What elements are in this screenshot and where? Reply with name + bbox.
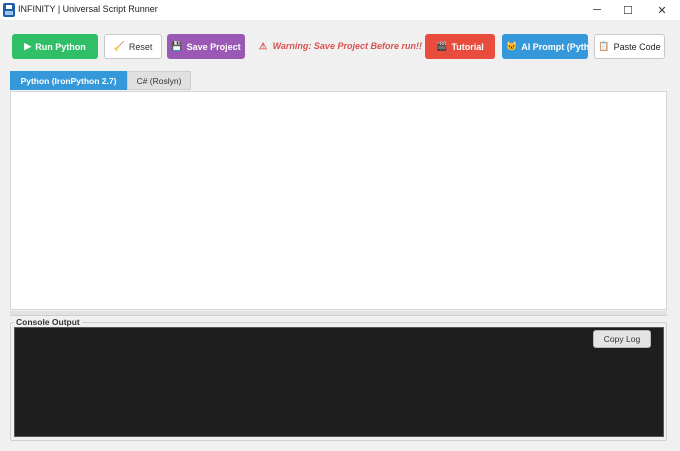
warning-icon: ⚠: [259, 41, 268, 51]
code-editor[interactable]: [10, 91, 667, 310]
maximize-button[interactable]: ☐: [611, 0, 645, 20]
paste-code-label: Paste Code: [613, 41, 661, 52]
title-bar: INFINITY | Universal Script Runner ─ ☐ ✕: [0, 0, 680, 20]
play-icon: ▶: [24, 41, 32, 51]
save-project-label: Save Project: [186, 41, 241, 52]
minimize-icon: ─: [593, 4, 601, 16]
paste-code-button[interactable]: 📋 Paste Code: [594, 34, 665, 59]
console-output-label: Console Output: [14, 317, 82, 327]
maximize-icon: ☐: [623, 4, 633, 17]
tutorial-label: Tutorial: [451, 41, 484, 52]
cat-icon: 🐱: [506, 41, 518, 51]
tab-csharp-label: C# (Roslyn): [136, 75, 182, 86]
warning-text: Warning: Save Project Before run!!: [272, 41, 422, 51]
broom-icon: 🧹: [113, 41, 125, 51]
run-python-label: Run Python: [35, 41, 86, 52]
close-button[interactable]: ✕: [645, 0, 679, 20]
reset-label: Reset: [128, 41, 153, 52]
run-python-button[interactable]: ▶ Run Python: [12, 34, 98, 59]
copy-log-button[interactable]: Copy Log: [593, 330, 651, 348]
window-title: INFINITY | Universal Script Runner: [18, 4, 158, 14]
console-output[interactable]: [14, 327, 664, 437]
minimize-button[interactable]: ─: [580, 0, 614, 20]
ai-prompt-button[interactable]: 🐱 AI Prompt (Python): [502, 34, 588, 59]
main-window: ▶ Run Python 🧹 Reset 💾 Save Project ⚠ Wa…: [3, 22, 677, 448]
tutorial-button[interactable]: 🎬 Tutorial: [425, 34, 495, 59]
app-logo-icon: [3, 3, 15, 17]
ai-prompt-label: AI Prompt (Python): [521, 41, 588, 52]
save-project-button[interactable]: 💾 Save Project: [167, 34, 245, 59]
clipboard-icon: 📋: [598, 41, 610, 51]
pane-splitter[interactable]: [10, 311, 667, 316]
save-icon: 💾: [171, 41, 183, 51]
tab-python-label: Python (IronPython 2.7): [20, 75, 117, 86]
video-icon: 🎬: [436, 41, 448, 51]
tab-csharp[interactable]: C# (Roslyn): [127, 71, 191, 90]
reset-button[interactable]: 🧹 Reset: [104, 34, 162, 59]
tab-python[interactable]: Python (IronPython 2.7): [10, 71, 127, 90]
copy-log-label: Copy Log: [603, 334, 641, 344]
save-warning: ⚠ Warning: Save Project Before run!!: [259, 41, 422, 52]
close-icon: ✕: [657, 4, 667, 17]
